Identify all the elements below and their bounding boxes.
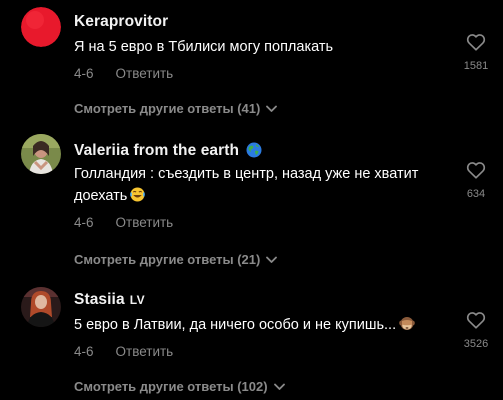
heart-icon [466,34,486,51]
chevron-down-icon [266,252,278,267]
username-text: Stasiia [74,291,125,308]
reply-button[interactable]: Ответить [116,344,174,359]
comment-meta: 4-6 Ответить [74,344,173,359]
view-more-replies-button[interactable]: Смотреть другие ответы (102) [74,379,285,394]
avatar[interactable] [21,7,61,47]
comment-meta: 4-6 Ответить [74,66,173,81]
username[interactable]: Valeriia from the earth [74,142,262,163]
comment-meta: 4-6 Ответить [74,215,173,230]
comment-date: 4-6 [74,344,94,359]
heart-icon [466,312,486,329]
comment-text: Я на 5 евро в Тбилиси могу поплакать [74,39,334,55]
comment-text-body: Голландия : съездить в центр, назад уже … [74,166,419,204]
chevron-down-icon [273,379,285,394]
avatar[interactable] [21,287,61,327]
username[interactable]: Stasiia LV [74,291,145,309]
like-count: 1581 [463,60,489,72]
like-count: 3526 [463,338,489,350]
reply-button[interactable]: Ответить [116,66,174,81]
reply-button[interactable]: Ответить [116,215,174,230]
comment-text: 5 евро в Латвии, да ничего особо и не ку… [74,314,454,338]
like-button[interactable]: 1581 [456,33,496,72]
like-button[interactable]: 634 [456,161,496,200]
see-no-evil-monkey-emoji-icon [399,316,415,338]
globe-emoji-icon [246,142,262,163]
avatar[interactable] [21,134,61,174]
username-text: Valeriia from the earth [74,142,240,159]
username-suffix: LV [129,293,146,307]
username[interactable]: Keraprovitor [74,13,168,31]
comment-date: 4-6 [74,66,94,81]
view-more-replies-button[interactable]: Смотреть другие ответы (41) [74,101,278,116]
view-more-replies-label: Смотреть другие ответы (41) [74,101,261,116]
view-more-replies-button[interactable]: Смотреть другие ответы (21) [74,252,278,267]
comment-date: 4-6 [74,215,94,230]
like-button[interactable]: 3526 [456,311,496,350]
view-more-replies-label: Смотреть другие ответы (102) [74,379,268,394]
comment-text-body: 5 евро в Латвии, да ничего особо и не ку… [74,317,397,333]
comment-text: Голландия : съездить в центр, назад уже … [74,163,454,209]
laughing-emoji-icon [130,187,146,209]
view-more-replies-label: Смотреть другие ответы (21) [74,252,261,267]
like-count: 634 [466,188,486,200]
heart-icon [466,162,486,179]
chevron-down-icon [266,101,278,116]
